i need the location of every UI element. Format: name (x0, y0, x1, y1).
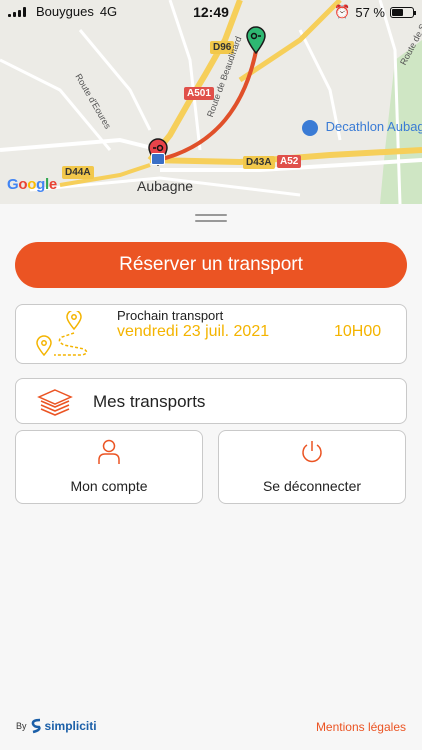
poi-label: Decathlon Aubagne (325, 119, 422, 134)
city-label: Aubagne (137, 178, 194, 194)
next-transport-time: 10H00 (334, 323, 382, 340)
power-icon (302, 441, 322, 463)
alarm-icon: ⏰ (334, 4, 351, 19)
simpliciti-logo-icon (31, 718, 41, 734)
google-logo: Google (7, 176, 57, 193)
my-account-label: Mon compte (70, 478, 148, 494)
origin-pin-icon (246, 26, 266, 54)
user-icon (98, 439, 120, 464)
battery-icon (390, 6, 416, 18)
my-transports-label: Mes transports (93, 392, 206, 411)
my-transports-button[interactable]: Mes transports (15, 378, 407, 424)
bottom-sheet: Réserver un transport Prochain transport… (0, 204, 422, 750)
status-bar: Bouygues 4G 12:49 ⏰ 57 % (0, 0, 422, 24)
station-icon (151, 153, 165, 165)
next-transport-card[interactable]: Prochain transport vendredi 23 juil. 202… (15, 304, 407, 364)
logout-button[interactable]: Se déconnecter (218, 430, 406, 504)
map-view[interactable]: D96 A501 D44A D43A A52 Route de Beaudina… (0, 0, 422, 204)
powered-by: By simpliciti (16, 718, 97, 734)
poi-decathlon[interactable]: Decathlon Aubagne (302, 119, 422, 136)
road-label-d44a: D44A (62, 166, 94, 179)
layers-icon (37, 389, 73, 416)
route-line (157, 39, 260, 162)
battery-percent: 57 % (355, 4, 385, 20)
my-account-button[interactable]: Mon compte (15, 430, 203, 504)
next-transport-title: Prochain transport (117, 308, 224, 323)
next-transport-date: vendredi 23 juil. 2021 (117, 323, 270, 340)
sheet-drag-handle[interactable] (195, 214, 227, 226)
reserve-transport-button[interactable]: Réserver un transport (15, 242, 407, 288)
shopping-bag-icon (302, 119, 318, 136)
road-label-a501: A501 (184, 87, 214, 100)
brand-label: simpliciti (44, 719, 97, 733)
route-pins-icon (36, 311, 88, 357)
road-label-a52: A52 (277, 155, 302, 168)
road-label-d43a: D43A (243, 156, 275, 169)
by-label: By (16, 721, 27, 731)
legal-notice-link[interactable]: Mentions légales (316, 720, 406, 734)
logout-label: Se déconnecter (262, 478, 362, 494)
